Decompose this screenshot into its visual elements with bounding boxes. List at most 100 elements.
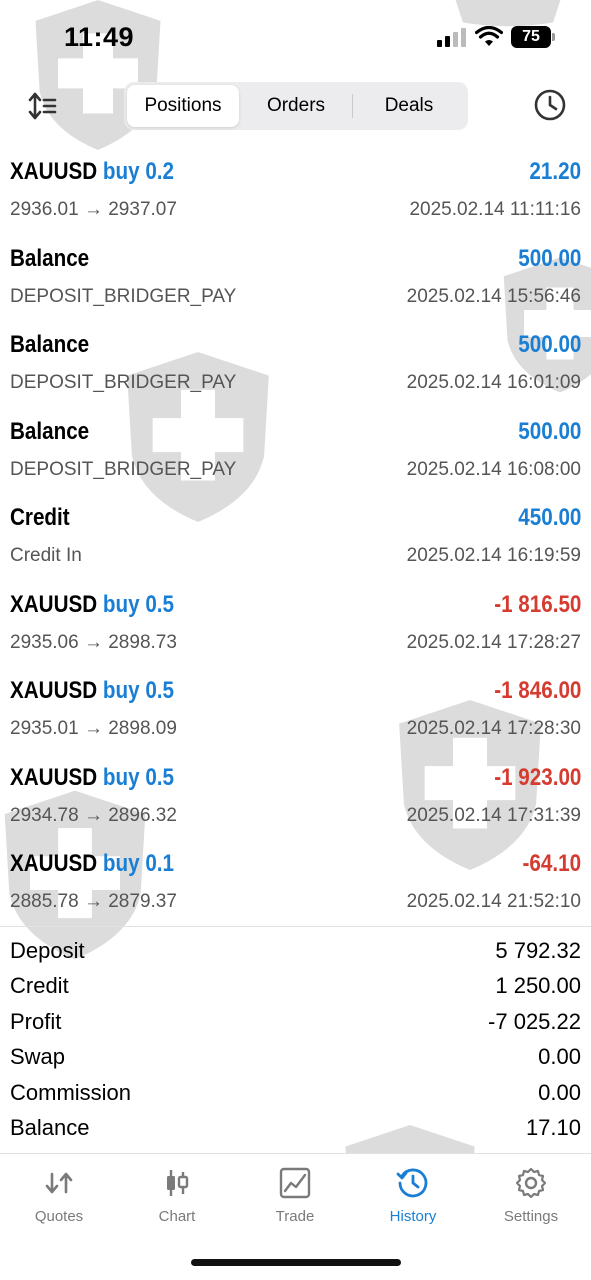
deal-time: 2025.02.14 16:08:00: [406, 458, 581, 480]
deal-title: XAUUSD buy 0.2: [10, 158, 174, 186]
deal-symbol: Credit: [10, 504, 70, 531]
summary-row-deposit: Deposit 5 792.32: [0, 936, 591, 971]
deal-title: Credit: [10, 504, 70, 532]
deal-side: buy 0.5: [102, 677, 175, 704]
history-segmented-control: Positions Orders Deals: [124, 82, 468, 130]
deal-row[interactable]: XAUUSD buy 0.2 21.20 2936.01 → 2937.07 2…: [0, 152, 591, 239]
segment-deals[interactable]: Deals: [353, 85, 465, 127]
summary-value: 1 250.00: [495, 973, 581, 999]
deal-title: XAUUSD buy 0.5: [10, 764, 174, 792]
tab-settings[interactable]: Settings: [472, 1166, 590, 1236]
deal-side: buy 0.5: [102, 763, 175, 791]
battery-icon: 75: [511, 26, 555, 48]
deal-profit: 500.00: [517, 331, 581, 358]
summary-value: 17.10: [525, 1114, 581, 1140]
deal-symbol: XAUUSD: [10, 850, 98, 877]
chart-icon: [167, 1170, 189, 1196]
segment-orders[interactable]: Orders: [240, 85, 352, 127]
deal-time: 2025.02.14 11:11:16: [409, 199, 581, 220]
deal-time: 2025.02.14 15:56:46: [406, 285, 581, 307]
deal-time: 2025.02.14 16:01:09: [406, 372, 581, 393]
summary-row-swap: Swap 0.00: [0, 1042, 591, 1077]
summary-row-balance: Balance 17.10: [0, 1113, 591, 1148]
deal-side: buy 0.5: [102, 590, 175, 618]
summary-label: Deposit: [10, 938, 85, 963]
deal-symbol: Balance: [10, 417, 90, 445]
quotes-icon: [45, 1172, 73, 1194]
summary-row-commission: Commission 0.00: [0, 1078, 591, 1113]
deal-symbol: Balance: [10, 244, 90, 272]
deal-row[interactable]: XAUUSD buy 0.5 -1 816.50 2935.06 → 2898.…: [0, 585, 591, 672]
tab-history[interactable]: History: [354, 1166, 472, 1236]
segment-positions[interactable]: Positions: [127, 85, 239, 127]
status-time: 11:49: [64, 22, 135, 52]
deal-row[interactable]: XAUUSD buy 0.5 -1 923.00 2934.78 → 2896.…: [0, 758, 591, 845]
settings-icon: [515, 1167, 547, 1199]
summary-label: Profit: [10, 1008, 62, 1034]
tab-label: Chart: [158, 1208, 196, 1225]
deal-profit: -1 816.50: [493, 590, 581, 618]
deal-title: XAUUSD buy 0.5: [10, 591, 174, 619]
deal-row[interactable]: Balance 500.00 DEPOSIT_BRIDGER_PAY 2025.…: [0, 412, 591, 499]
deal-title: Balance: [10, 418, 89, 446]
deal-symbol: XAUUSD: [10, 590, 98, 618]
deal-symbol: XAUUSD: [10, 763, 98, 791]
tab-label: Trade: [275, 1208, 315, 1225]
home-indicator: [191, 1259, 401, 1266]
tab-label: History: [389, 1208, 437, 1225]
deal-list: XAUUSD buy 0.2 21.20 2936.01 → 2937.07 2…: [0, 152, 591, 931]
deal-detail: 2936.01 → 2937.07: [10, 199, 177, 220]
deal-detail: DEPOSIT_BRIDGER_PAY: [10, 458, 237, 480]
deal-time: 2025.02.14 16:19:59: [406, 545, 581, 566]
battery-level: 75: [522, 28, 540, 45]
deal-row[interactable]: Balance 500.00 DEPOSIT_BRIDGER_PAY 2025.…: [0, 239, 591, 326]
top-bar: Positions Orders Deals: [0, 80, 591, 132]
deal-detail: DEPOSIT_BRIDGER_PAY: [10, 285, 237, 307]
deal-detail: 2935.06 → 2898.73: [10, 631, 177, 653]
deal-detail: 2935.01 → 2898.09: [10, 718, 177, 739]
deal-time: 2025.02.14 17:28:27: [406, 631, 581, 653]
summary-value: 5 792.32: [495, 938, 581, 963]
trade-icon: [279, 1167, 311, 1199]
summary-label: Credit: [10, 973, 69, 999]
tab-chart[interactable]: Chart: [118, 1166, 236, 1236]
summary-value: -7 025.22: [488, 1008, 581, 1034]
deal-profit: -64.10: [522, 850, 581, 877]
deal-title: XAUUSD buy 0.5: [10, 677, 174, 705]
deal-detail: Credit In: [10, 545, 82, 566]
summary-label: Swap: [10, 1044, 66, 1070]
deal-row[interactable]: XAUUSD buy 0.5 -1 846.00 2935.01 → 2898.…: [0, 671, 591, 758]
tab-label: Quotes: [34, 1208, 84, 1225]
cellular-signal-icon: [437, 28, 466, 47]
deal-detail: 2934.78 → 2896.32: [10, 804, 177, 826]
summary-label: Balance: [10, 1114, 90, 1140]
summary-value: 0.00: [538, 1079, 581, 1105]
deal-time: 2025.02.14 21:52:10: [406, 891, 581, 912]
summary-row-profit: Profit -7 025.22: [0, 1007, 591, 1042]
deal-title: Balance: [10, 331, 89, 359]
clock-icon[interactable]: [533, 88, 567, 122]
deal-symbol: Balance: [10, 331, 90, 358]
summary-row-credit: Credit 1 250.00: [0, 971, 591, 1006]
deal-side: buy 0.2: [102, 158, 175, 185]
deal-row[interactable]: Credit 450.00 Credit In 2025.02.14 16:19…: [0, 498, 591, 585]
deal-row[interactable]: XAUUSD buy 0.1 -64.10 2885.78 → 2879.37 …: [0, 844, 591, 931]
deal-profit: -1 923.00: [493, 763, 581, 791]
sort-icon[interactable]: [26, 90, 58, 122]
tab-trade[interactable]: Trade: [236, 1166, 354, 1236]
status-icons: 75: [437, 26, 555, 48]
deal-title: Balance: [10, 245, 89, 273]
deal-symbol: XAUUSD: [10, 677, 98, 704]
wifi-icon: [475, 26, 503, 46]
deal-profit: 450.00: [517, 504, 581, 531]
deal-profit: -1 846.00: [493, 677, 581, 704]
tab-label: Settings: [503, 1208, 559, 1225]
deal-profit: 500.00: [517, 244, 581, 272]
deal-symbol: XAUUSD: [10, 158, 98, 185]
deal-side: buy 0.1: [102, 850, 175, 877]
summary-divider: [0, 926, 591, 927]
deal-row[interactable]: Balance 500.00 DEPOSIT_BRIDGER_PAY 2025.…: [0, 325, 591, 412]
summary-label: Commission: [10, 1079, 132, 1105]
deal-detail: 2885.78 → 2879.37: [10, 891, 177, 912]
tab-quotes[interactable]: Quotes: [0, 1166, 118, 1236]
